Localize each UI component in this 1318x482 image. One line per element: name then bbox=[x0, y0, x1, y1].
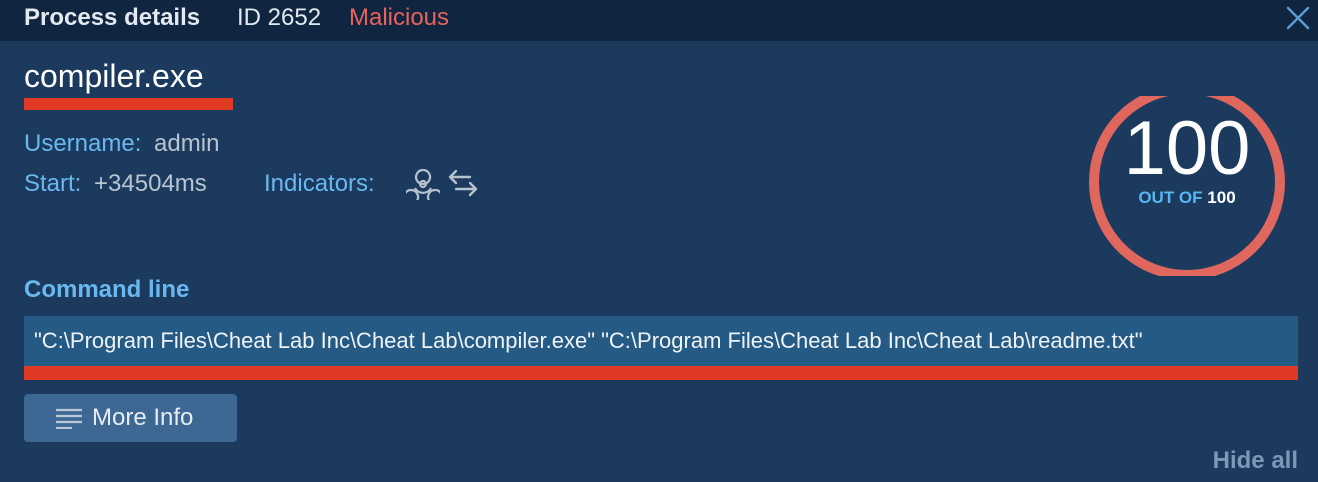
score-max: 100 bbox=[1207, 188, 1236, 207]
score-value: 100 bbox=[1123, 106, 1251, 191]
more-info-button[interactable]: More Info bbox=[24, 394, 237, 442]
command-line-highlight bbox=[24, 366, 1298, 380]
process-id: ID 2652 bbox=[237, 4, 322, 31]
username-row: Username: admin bbox=[24, 130, 219, 158]
process-name: compiler.exe bbox=[24, 58, 204, 94]
start-value: +34504ms bbox=[94, 170, 207, 197]
list-icon bbox=[56, 408, 82, 429]
process-name-highlight bbox=[24, 98, 233, 110]
more-info-label: More Info bbox=[92, 404, 194, 431]
username-label: Username: bbox=[24, 130, 142, 157]
command-line-text[interactable]: "C:\Program Files\Cheat Lab Inc\Cheat La… bbox=[24, 316, 1298, 366]
indicator-icons bbox=[406, 166, 480, 200]
hide-all-link[interactable]: Hide all bbox=[1213, 447, 1298, 475]
start-row: Start: +34504ms bbox=[24, 170, 207, 198]
score-out-of-label: OUT OF bbox=[1138, 188, 1203, 207]
panel-title: Process details bbox=[24, 4, 201, 31]
biohazard-icon[interactable] bbox=[406, 166, 440, 200]
close-icon[interactable] bbox=[1285, 5, 1311, 31]
network-exchange-icon[interactable] bbox=[446, 168, 480, 198]
command-line-label: Command line bbox=[24, 276, 190, 303]
username-value: admin bbox=[154, 130, 220, 157]
start-label: Start: bbox=[24, 170, 82, 197]
verdict-badge: Malicious bbox=[349, 4, 450, 31]
score-caption: OUT OF 100 bbox=[1087, 188, 1287, 208]
process-details-header: Process details ID 2652 Malicious bbox=[0, 0, 1318, 41]
indicators-label: Indicators: bbox=[264, 170, 375, 197]
threat-score: 100 OUT OF 100 bbox=[1087, 96, 1287, 276]
